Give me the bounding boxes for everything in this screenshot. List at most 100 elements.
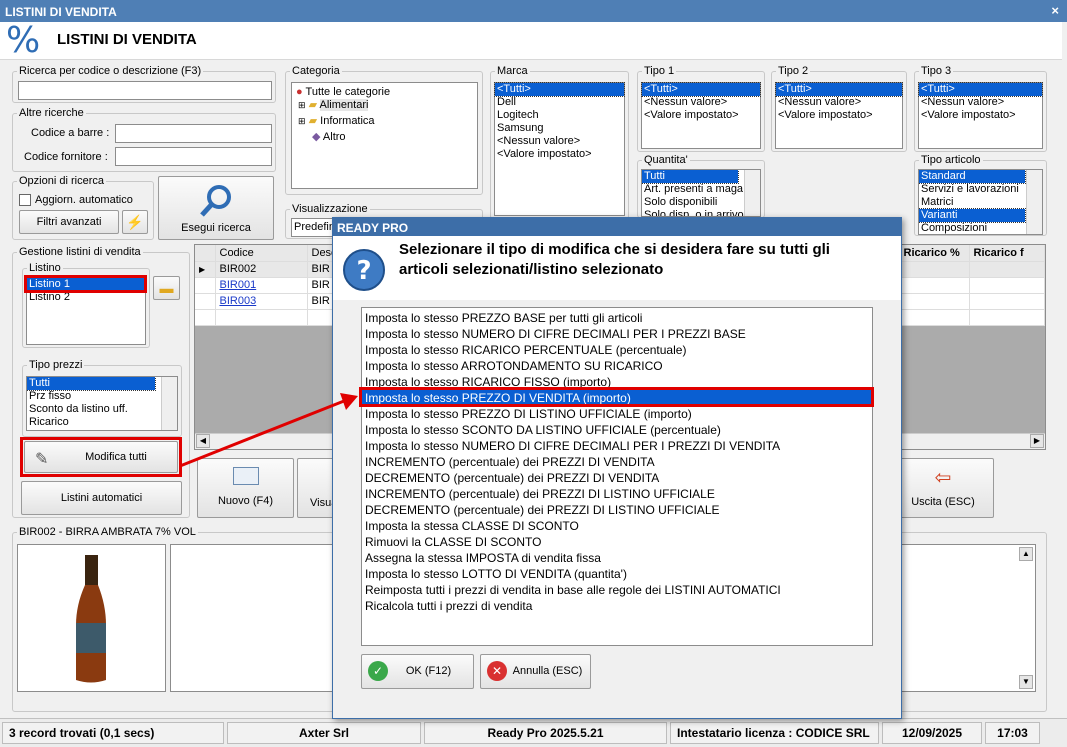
modify-option[interactable]: Assegna la stessa IMPOSTA di vendita fis… xyxy=(362,550,872,566)
modify-option[interactable]: Imposta lo stesso LOTTO DI VENDITA (quan… xyxy=(362,566,872,582)
column-header[interactable]: Codice xyxy=(215,245,308,262)
exit-button[interactable]: ⇦ Uscita (ESC) xyxy=(892,458,994,518)
list-item[interactable]: Prz fisso xyxy=(27,390,177,403)
list-item[interactable]: Servizi e lavorazioni xyxy=(919,183,1042,196)
list-item[interactable]: Logitech xyxy=(495,109,624,122)
company-name: Axter Srl xyxy=(227,722,421,744)
list-item[interactable]: <Nessun valore> xyxy=(642,96,760,109)
item-code[interactable]: BIR001 xyxy=(220,279,257,291)
modify-option[interactable]: Imposta lo stesso PREZZO DI LISTINO UFFI… xyxy=(362,406,872,422)
dialog-question: Selezionare il tipo di modifica che si d… xyxy=(399,241,830,278)
list-item[interactable]: Dell xyxy=(495,96,624,109)
list-item[interactable]: Tutti xyxy=(642,170,739,184)
item-code[interactable]: BIR002 xyxy=(220,263,257,275)
list-item[interactable]: Standard xyxy=(919,170,1026,184)
advanced-filters-button[interactable]: Filtri avanzati xyxy=(19,210,119,234)
lightning-icon[interactable]: ⚡ xyxy=(122,210,148,234)
type1-group: Tipo 1 <Tutti> <Nessun valore> <Valore i… xyxy=(637,65,765,152)
type2-list[interactable]: <Tutti> <Nessun valore> <Valore impostat… xyxy=(775,82,903,149)
list-item[interactable]: Matrici xyxy=(919,196,1042,209)
scrollbar[interactable] xyxy=(744,170,760,216)
scroll-left-icon[interactable]: ◀ xyxy=(196,434,210,448)
item-detail-label: BIR002 - BIRRA AMBRATA 7% VOL xyxy=(17,526,198,538)
list-item[interactable]: Solo disp. o in arrivo xyxy=(642,209,760,216)
list-item[interactable]: Art. presenti a maga xyxy=(642,183,745,196)
beer-bottle-icon xyxy=(76,555,106,683)
list-item[interactable]: Tutti xyxy=(27,377,156,391)
column-header[interactable]: Ricarico f xyxy=(969,245,1045,262)
search-label: Ricerca per codice o descrizione (F3) xyxy=(17,65,204,77)
new-button[interactable]: Nuovo (F4) xyxy=(197,458,294,518)
modify-option[interactable]: Imposta lo stesso NUMERO DI CIFRE DECIMA… xyxy=(362,438,872,454)
list-item[interactable]: Samsung xyxy=(495,122,624,135)
view-label: Visualizzazione xyxy=(290,203,370,215)
barcode-input[interactable] xyxy=(115,124,272,143)
scroll-down-icon[interactable]: ▼ xyxy=(1019,675,1033,689)
window-titlebar: LISTINI DI VENDITA × xyxy=(0,0,1067,22)
auto-update-checkbox[interactable] xyxy=(19,194,31,206)
list-item[interactable]: <Tutti> xyxy=(918,82,1043,97)
type2-group: Tipo 2 <Tutti> <Nessun valore> <Valore i… xyxy=(771,65,907,152)
modify-option[interactable]: Ricalcola tutti i prezzi di vendita xyxy=(362,598,872,614)
type1-list[interactable]: <Tutti> <Nessun valore> <Valore impostat… xyxy=(641,82,761,149)
column-header[interactable]: Ricarico % xyxy=(899,245,970,262)
modify-option[interactable]: Imposta lo stesso ARROTONDAMENTO SU RICA… xyxy=(362,358,872,374)
modify-option[interactable]: Imposta la stessa CLASSE DI SCONTO xyxy=(362,518,872,534)
list-item[interactable]: <Valore impostato> xyxy=(642,109,760,122)
list-item[interactable]: Ricarico xyxy=(27,416,177,429)
list-item[interactable]: <Valore impostato> xyxy=(495,148,624,161)
scrollbar[interactable] xyxy=(1026,170,1042,234)
category-item[interactable]: Alimentari xyxy=(319,99,369,111)
article-type-label: Tipo articolo xyxy=(919,154,983,166)
type2-label: Tipo 2 xyxy=(776,65,811,77)
modify-option[interactable]: Imposta lo stesso SCONTO DA LISTINO UFFI… xyxy=(362,422,872,438)
cancel-button[interactable]: ✕ Annulla (ESC) xyxy=(480,654,591,689)
scrollbar[interactable] xyxy=(161,377,177,430)
price-type-list[interactable]: Tutti Prz fisso Sconto da listino uff. R… xyxy=(26,376,178,431)
list-item[interactable]: <Nessun valore> xyxy=(776,96,902,109)
list-item[interactable]: Varianti xyxy=(919,208,1026,223)
article-type-list[interactable]: Standard Servizi e lavorazioni Matrici V… xyxy=(918,169,1043,235)
category-item[interactable]: Informatica xyxy=(320,115,374,127)
brand-list[interactable]: <Tutti> Dell Logitech Samsung <Nessun va… xyxy=(494,82,625,216)
listino-label: Listino xyxy=(27,262,63,274)
quantity-list[interactable]: Tutti Art. presenti a maga Solo disponib… xyxy=(641,169,761,217)
list-item[interactable]: <Tutti> xyxy=(494,82,625,97)
folder-open-icon[interactable]: ▬ xyxy=(153,276,180,300)
supplier-code-input[interactable] xyxy=(115,147,272,166)
modify-option[interactable]: Imposta lo stesso NUMERO DI CIFRE DECIMA… xyxy=(362,326,872,342)
modify-option[interactable]: INCREMENTO (percentuale) dei PREZZI DI L… xyxy=(362,486,872,502)
list-item[interactable]: <Nessun valore> xyxy=(919,96,1042,109)
modify-option[interactable]: Rimuovi la CLASSE DI SCONTO xyxy=(362,534,872,550)
category-item[interactable]: Altro xyxy=(323,131,346,143)
list-item[interactable]: <Nessun valore> xyxy=(495,135,624,148)
search-input[interactable] xyxy=(18,81,272,100)
modify-option[interactable]: DECREMENTO (percentuale) dei PREZZI DI V… xyxy=(362,470,872,486)
modify-option[interactable]: Reimposta tutti i prezzi di vendita in b… xyxy=(362,582,872,598)
category-root[interactable]: Tutte le categorie xyxy=(306,86,391,98)
modify-options-list[interactable]: Imposta lo stesso PREZZO BASE per tutti … xyxy=(361,307,873,646)
category-tree[interactable]: ● Tutte le categorie ⊞ ▰ Alimentari ⊞ ▰ … xyxy=(291,82,478,189)
modify-option[interactable]: DECREMENTO (percentuale) dei PREZZI DI L… xyxy=(362,502,872,518)
scroll-right-icon[interactable]: ▶ xyxy=(1030,434,1044,448)
list-item[interactable]: <Tutti> xyxy=(641,82,761,97)
box-icon: ◆ xyxy=(312,131,321,143)
scroll-up-icon[interactable]: ▲ xyxy=(1019,547,1033,561)
page-header: % LISTINI DI VENDITA xyxy=(0,20,1062,61)
list-item[interactable]: Sconto da listino uff. xyxy=(27,403,177,416)
modify-option[interactable]: Imposta lo stesso RICARICO PERCENTUALE (… xyxy=(362,342,872,358)
list-item[interactable]: Solo disponibili xyxy=(642,196,760,209)
view-button[interactable]: Visua xyxy=(297,458,337,518)
item-code[interactable]: BIR003 xyxy=(220,295,257,307)
modify-option[interactable]: Imposta lo stesso PREZZO BASE per tutti … xyxy=(362,310,872,326)
list-item[interactable]: <Valore impostato> xyxy=(776,109,902,122)
close-icon[interactable]: × xyxy=(1051,3,1059,18)
list-item[interactable]: Composizioni xyxy=(919,222,1042,234)
automatic-lists-button[interactable]: Listini automatici xyxy=(21,481,182,515)
list-item[interactable]: <Tutti> xyxy=(775,82,903,97)
modify-option[interactable]: INCREMENTO (percentuale) dei PREZZI DI V… xyxy=(362,454,872,470)
list-item[interactable]: <Valore impostato> xyxy=(919,109,1042,122)
run-search-button[interactable]: Esegui ricerca xyxy=(158,176,274,240)
type3-list[interactable]: <Tutti> <Nessun valore> <Valore impostat… xyxy=(918,82,1043,149)
ok-button[interactable]: ✓ OK (F12) xyxy=(361,654,474,689)
